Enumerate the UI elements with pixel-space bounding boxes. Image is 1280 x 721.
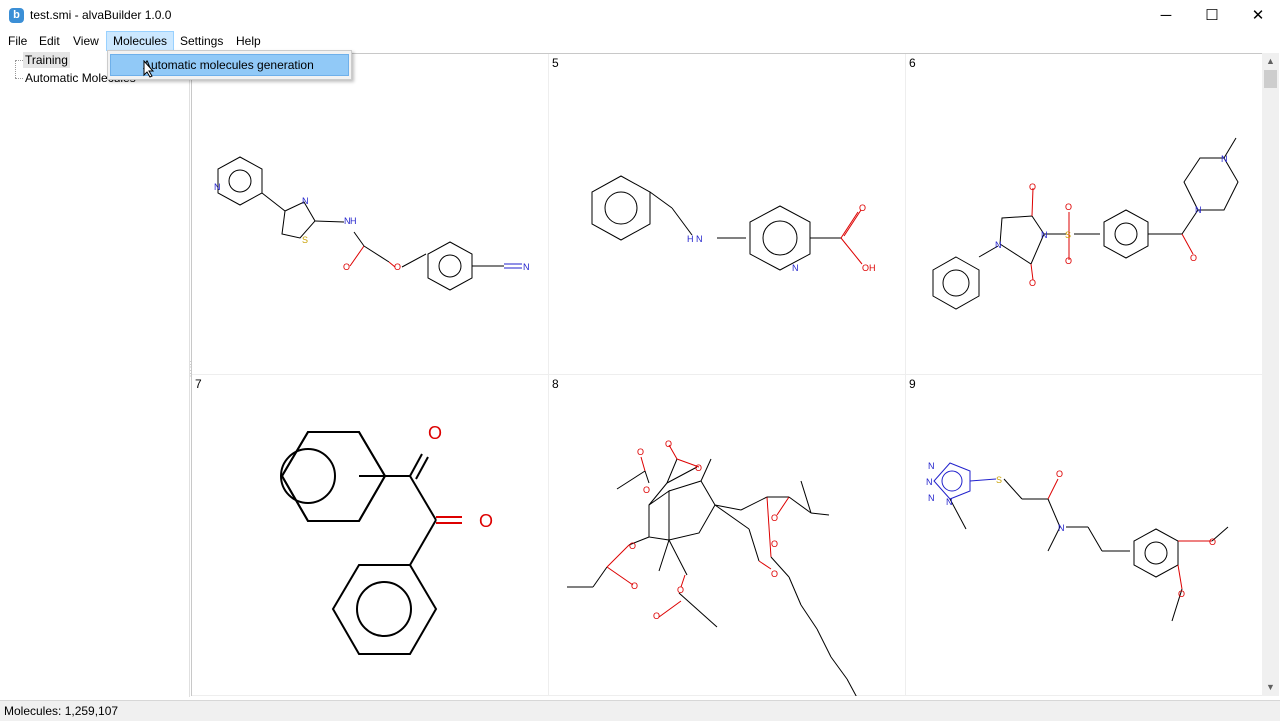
atom-label: O [637, 447, 644, 457]
splitter-handle[interactable]: ⋮⋮ [187, 360, 195, 386]
menu-file[interactable]: File [2, 32, 33, 50]
scroll-thumb[interactable] [1264, 70, 1277, 88]
molecule-structure: O O [280, 423, 493, 655]
title-bar: b test.smi - alvaBuilder 1.0.0 ─ ☐ ✕ [0, 0, 1280, 31]
molecule-cell[interactable]: 7 O O [192, 375, 549, 696]
atom-label: N [1058, 523, 1065, 533]
vertical-scrollbar[interactable]: ▲ ▼ [1262, 53, 1279, 696]
scroll-up-arrow-icon[interactable]: ▲ [1262, 53, 1279, 70]
molecule-cell[interactable]: 6 N N O O S O O O N N [906, 54, 1263, 375]
atom-label: O [1065, 202, 1072, 212]
atom-label: O [343, 262, 350, 272]
molecule-grid: N N S N H O O N 5 N H N O OH 6 N N O O S… [191, 53, 1263, 696]
molecule-cell[interactable]: 9 N N N N S O N O O [906, 375, 1263, 696]
atom-label: O [629, 541, 636, 551]
molecule-cell[interactable]: N N S N H O O N [192, 54, 549, 375]
atom-label: O [1190, 253, 1197, 263]
menu-bar: File Edit View Molecules Settings Help [0, 31, 1280, 51]
atom-label: O [665, 439, 672, 449]
scroll-down-arrow-icon[interactable]: ▼ [1262, 679, 1279, 696]
tree-connector [15, 60, 16, 78]
menu-molecules[interactable]: Molecules [106, 31, 175, 51]
atom-label: N [214, 182, 221, 192]
atom-label: H [687, 234, 694, 244]
menu-edit[interactable]: Edit [33, 32, 66, 50]
window-title: test.smi - alvaBuilder 1.0.0 [30, 8, 172, 22]
molecule-structure: N N N N S O N O O [926, 461, 1229, 622]
atom-label: O [1029, 182, 1036, 192]
atom-label: N [1041, 230, 1048, 240]
menu-settings[interactable]: Settings [174, 32, 229, 50]
atom-label: N [1221, 154, 1228, 164]
molecule-structure: N H N O OH [591, 175, 876, 273]
atom-label: N [928, 493, 935, 503]
menu-help[interactable]: Help [230, 32, 267, 50]
atom-label: O [631, 581, 638, 591]
atom-label: O [771, 539, 778, 549]
minimize-button[interactable]: ─ [1143, 0, 1189, 31]
atom-label: O [695, 463, 702, 473]
atom-label: O [479, 511, 493, 531]
atom-label: S [302, 235, 308, 245]
molecule-structure: N N S N H O O N [214, 156, 530, 291]
molecule-cell[interactable]: 5 N H N O OH [549, 54, 906, 375]
atom-label: O [1029, 278, 1036, 288]
atom-label: O [1209, 537, 1216, 547]
molecule-structure: O O O O O O O O O O O [567, 439, 857, 696]
sidebar-tree: Training Automatic Molecules [0, 51, 190, 697]
atom-label: OH [862, 263, 876, 273]
status-bar: Molecules: 1,259,107 [0, 700, 1280, 721]
atom-label: O [1056, 469, 1063, 479]
atom-label: O [1178, 589, 1185, 599]
atom-label: O [394, 262, 401, 272]
atom-label: N [926, 477, 933, 487]
atom-label: N [928, 461, 935, 471]
close-button[interactable]: ✕ [1235, 0, 1280, 31]
molecule-structure: N N O O S O O O N N [932, 137, 1239, 310]
atom-label: S [1065, 230, 1071, 240]
atom-label: N [302, 196, 309, 206]
atom-label: O [771, 569, 778, 579]
app-icon: b [9, 8, 24, 23]
tree-connector [15, 60, 23, 61]
atom-label: N [792, 263, 799, 273]
atom-label: S [996, 475, 1002, 485]
molecule-cell[interactable]: 8 O O O O O O O O O O O [549, 375, 906, 696]
atom-label: O [1065, 256, 1072, 266]
atom-label: O [677, 585, 684, 595]
mouse-cursor-icon [143, 60, 155, 78]
atom-label: N [995, 240, 1002, 250]
maximize-button[interactable]: ☐ [1189, 0, 1235, 31]
atom-label: O [643, 485, 650, 495]
menu-item-label: Automatic molecules generation [143, 58, 314, 72]
atom-label: H [350, 216, 357, 226]
atom-label: O [428, 423, 442, 443]
atom-label: O [653, 611, 660, 621]
tree-connector [15, 78, 23, 79]
menu-view[interactable]: View [67, 32, 105, 50]
atom-label: N [696, 234, 703, 244]
tree-item-training[interactable]: Training [23, 52, 70, 68]
atom-label: N [1195, 205, 1202, 215]
molecule-count: Molecules: 1,259,107 [4, 704, 119, 718]
atom-label: N [946, 497, 953, 507]
atom-label: N [523, 262, 530, 272]
atom-label: O [771, 513, 778, 523]
atom-label: O [859, 203, 866, 213]
